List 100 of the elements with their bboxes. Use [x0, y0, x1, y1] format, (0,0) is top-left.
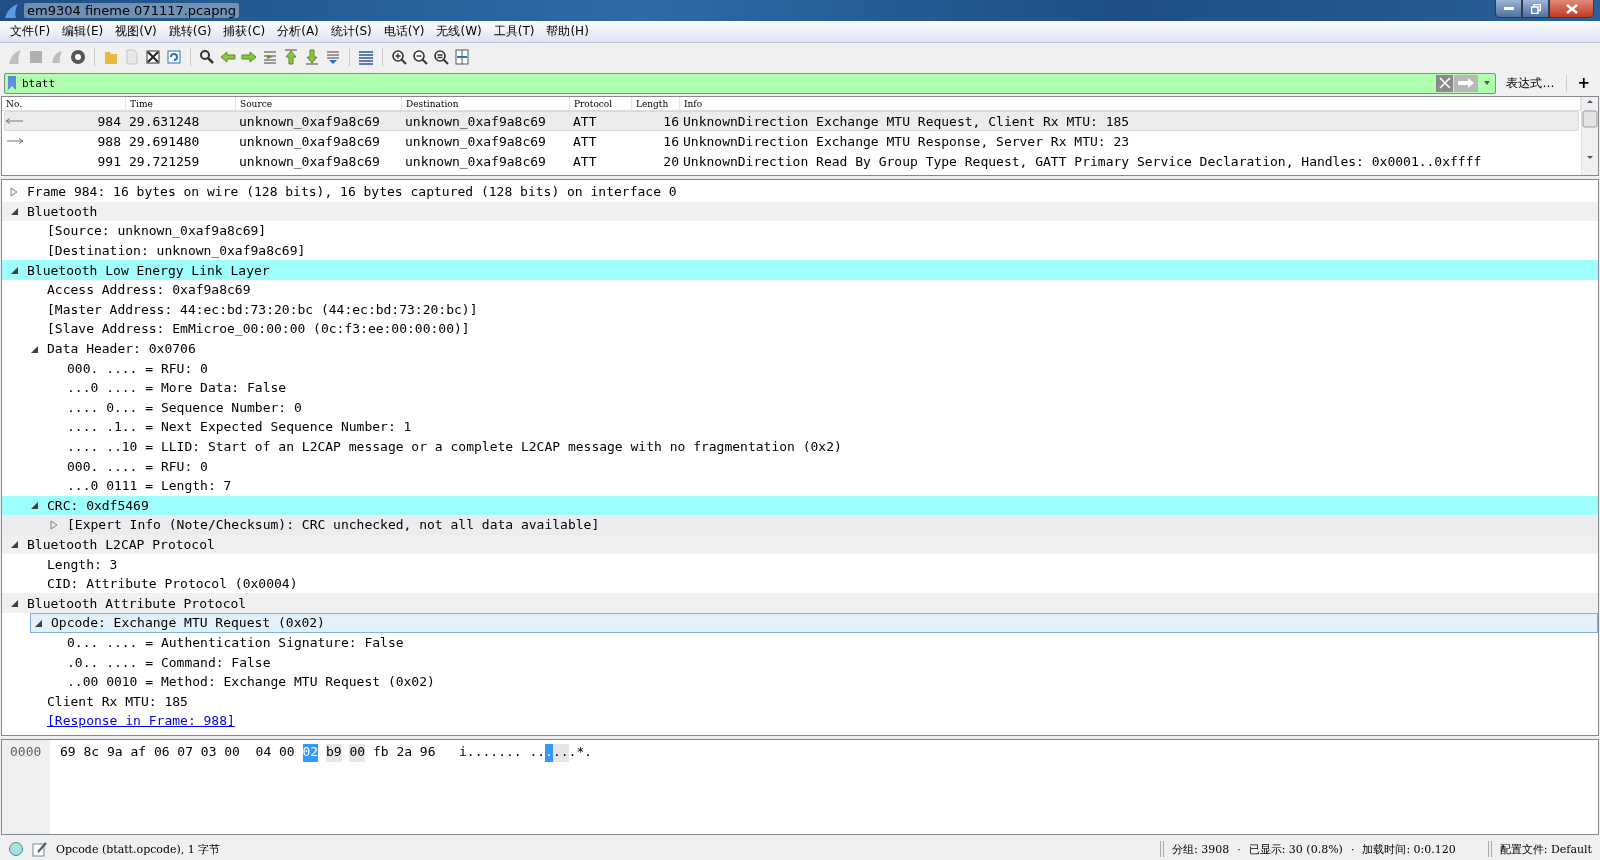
tree-item[interactable]: Bluetooth Attribute Protocol	[2, 593, 1598, 614]
expanded-triangle-icon[interactable]	[9, 206, 19, 217]
hex-byte[interactable]: 69	[60, 744, 76, 762]
ascii-char[interactable]: .	[513, 744, 522, 762]
tree-item[interactable]: [Expert Info (Note/Checksum): CRC unchecked, not all data available]	[2, 515, 1598, 535]
ascii-char[interactable]: .	[505, 744, 514, 762]
hex-byte[interactable]: 96	[419, 744, 436, 762]
bookmark-icon[interactable]	[7, 75, 17, 91]
hex-byte[interactable]: af	[130, 744, 147, 762]
up-arrow-icon[interactable]	[282, 47, 300, 66]
menu-item[interactable]: 捕获(C)	[217, 23, 272, 40]
ascii-char[interactable]: .	[474, 744, 483, 762]
column-header[interactable]: No.	[2, 97, 126, 110]
tree-item[interactable]: ..00 0010 = Method: Exchange MTU Request (0x02)	[2, 671, 1598, 692]
filter-input[interactable]: btatt	[19, 74, 1437, 92]
tree-item[interactable]: .0.. .... = Command: False	[2, 652, 1598, 672]
down-arrow-icon[interactable]	[303, 47, 321, 66]
tree-item[interactable]: .... 0... = Sequence Number: 0	[2, 397, 1598, 418]
expanded-triangle-icon[interactable]	[29, 500, 39, 511]
ascii-char[interactable]: .	[568, 744, 577, 762]
search-icon[interactable]	[198, 47, 216, 66]
tree-item[interactable]: [Master Address: 44:ec:bd:73:20:bc (44:ec:bd:73:20:bc)]	[2, 299, 1598, 320]
clear-filter-button[interactable]	[1436, 74, 1454, 92]
collapsed-triangle-icon[interactable]	[9, 186, 19, 197]
tree-item[interactable]: Bluetooth	[2, 201, 1598, 222]
scrollbar[interactable]	[1581, 97, 1598, 175]
hex-byte[interactable]: 2a	[396, 744, 413, 762]
tree-item[interactable]: 000. .... = RFU: 0	[2, 456, 1598, 476]
ascii-char[interactable]: i	[459, 744, 467, 762]
hex-byte[interactable]: 00	[224, 744, 240, 762]
minimize-button[interactable]	[1495, 0, 1522, 18]
menu-item[interactable]: 编辑(E)	[56, 23, 110, 40]
collapsed-triangle-icon[interactable]	[49, 519, 59, 530]
ascii-char[interactable]: *	[576, 744, 585, 762]
hex-byte[interactable]: 04	[255, 744, 272, 762]
tree-item[interactable]: ...0 .... = More Data: False	[2, 377, 1598, 398]
ascii-char[interactable]: .	[529, 744, 538, 762]
resize-columns-icon[interactable]	[453, 47, 471, 66]
hex-byte[interactable]: 9a	[106, 744, 123, 762]
display-filter-field[interactable]: btatt	[4, 72, 1497, 94]
tree-item[interactable]: Bluetooth Low Energy Link Layer	[2, 260, 1598, 280]
ascii-char[interactable]: .	[466, 744, 475, 762]
column-header[interactable]: Destination	[402, 97, 570, 110]
tree-item[interactable]: [Source: unknown_0xaf9a8c69]	[2, 221, 1598, 241]
hex-byte[interactable]: 8c	[83, 744, 100, 762]
expanded-triangle-icon[interactable]	[9, 598, 19, 609]
tree-item[interactable]: Data Header: 0x0706	[2, 338, 1598, 359]
hex-byte[interactable]: 00	[279, 744, 295, 762]
tree-item[interactable]: Opcode: Exchange MTU Request (0x02)	[30, 613, 1598, 633]
tree-item[interactable]: 0... .... = Authentication Signature: False	[2, 632, 1598, 653]
close-button[interactable]	[1549, 0, 1594, 18]
expression-button[interactable]: 表达式…	[1500, 74, 1568, 92]
menu-item[interactable]: 文件(F)	[4, 23, 57, 40]
column-header[interactable]: Protocol	[570, 97, 632, 110]
expanded-triangle-icon[interactable]	[9, 265, 19, 276]
status-circle-icon[interactable]	[8, 841, 24, 857]
tree-item[interactable]: Bluetooth L2CAP Protocol	[2, 534, 1598, 555]
menu-item[interactable]: 跳转(G)	[162, 23, 218, 40]
column-header[interactable]: Time	[126, 97, 236, 110]
settings-icon[interactable]	[69, 47, 87, 66]
add-filter-button[interactable]: +	[1571, 74, 1596, 92]
ascii-char[interactable]: .	[584, 744, 593, 762]
tree-item[interactable]: CRC: 0xdf5469	[2, 495, 1598, 516]
menu-item[interactable]: 无线(W)	[430, 23, 488, 40]
hex-byte[interactable]: 03	[200, 744, 217, 762]
hex-byte[interactable]: 06	[153, 744, 170, 762]
hex-byte[interactable]: fb	[372, 744, 389, 762]
ascii-char[interactable]: .	[537, 744, 546, 762]
tree-item[interactable]: [Destination: unknown_0xaf9a8c69]	[2, 240, 1598, 261]
ascii-char[interactable]: .	[482, 744, 491, 762]
ascii-char[interactable]: .	[560, 744, 569, 762]
reload-icon[interactable]	[165, 47, 183, 66]
column-header[interactable]: Length	[632, 97, 680, 110]
menu-item[interactable]: 视图(V)	[109, 23, 163, 40]
zoom-in-icon[interactable]	[390, 47, 408, 66]
menu-item[interactable]: 电话(Y)	[377, 23, 431, 40]
response-frame-link[interactable]: [Response in Frame: 988]	[2, 711, 1598, 731]
tree-item[interactable]: .... ..10 = LLID: Start of an L2CAP message or a complete L2CAP message with no fragmentation (0x2)	[2, 436, 1598, 457]
expanded-triangle-icon[interactable]	[9, 539, 19, 550]
profile-label[interactable]: 配置文件: Default	[1499, 841, 1592, 857]
ascii-char[interactable]: .	[490, 744, 499, 762]
edit-comment-icon[interactable]	[32, 841, 48, 857]
tree-item[interactable]: Access Address: 0xaf9a8c69	[2, 279, 1598, 300]
tree-item[interactable]: Client Rx MTU: 185	[2, 691, 1598, 712]
tree-item[interactable]: CID: Attribute Protocol (0x0004)	[2, 573, 1598, 594]
tree-item[interactable]: ...0 0111 = Length: 7	[2, 475, 1598, 496]
zoom-reset-icon[interactable]	[432, 47, 450, 66]
tree-item[interactable]: Length: 3	[2, 554, 1598, 574]
close-file-icon[interactable]	[144, 47, 162, 66]
menu-item[interactable]: 统计(S)	[324, 23, 378, 40]
hex-byte[interactable]: 07	[177, 744, 193, 762]
menu-item[interactable]: 帮助(H)	[540, 23, 595, 40]
column-header[interactable]: Source	[236, 97, 402, 110]
tree-item[interactable]: 000. .... = RFU: 0	[2, 358, 1598, 378]
tree-item[interactable]: .... .1.. = Next Expected Sequence Number: 1	[2, 417, 1598, 437]
ascii-char[interactable]: .	[552, 744, 561, 762]
packet-row[interactable]: 984 29.631248 unknown_0xaf9a8c69 unknown_0xaf9a8c69 ATT 16 UnknownDirection Exchange MTU Request, Client Rx MTU: 185	[4, 111, 1579, 131]
zoom-out-icon[interactable]	[411, 47, 429, 66]
maximize-button[interactable]	[1522, 0, 1549, 18]
ascii-char[interactable]: .	[498, 744, 506, 762]
